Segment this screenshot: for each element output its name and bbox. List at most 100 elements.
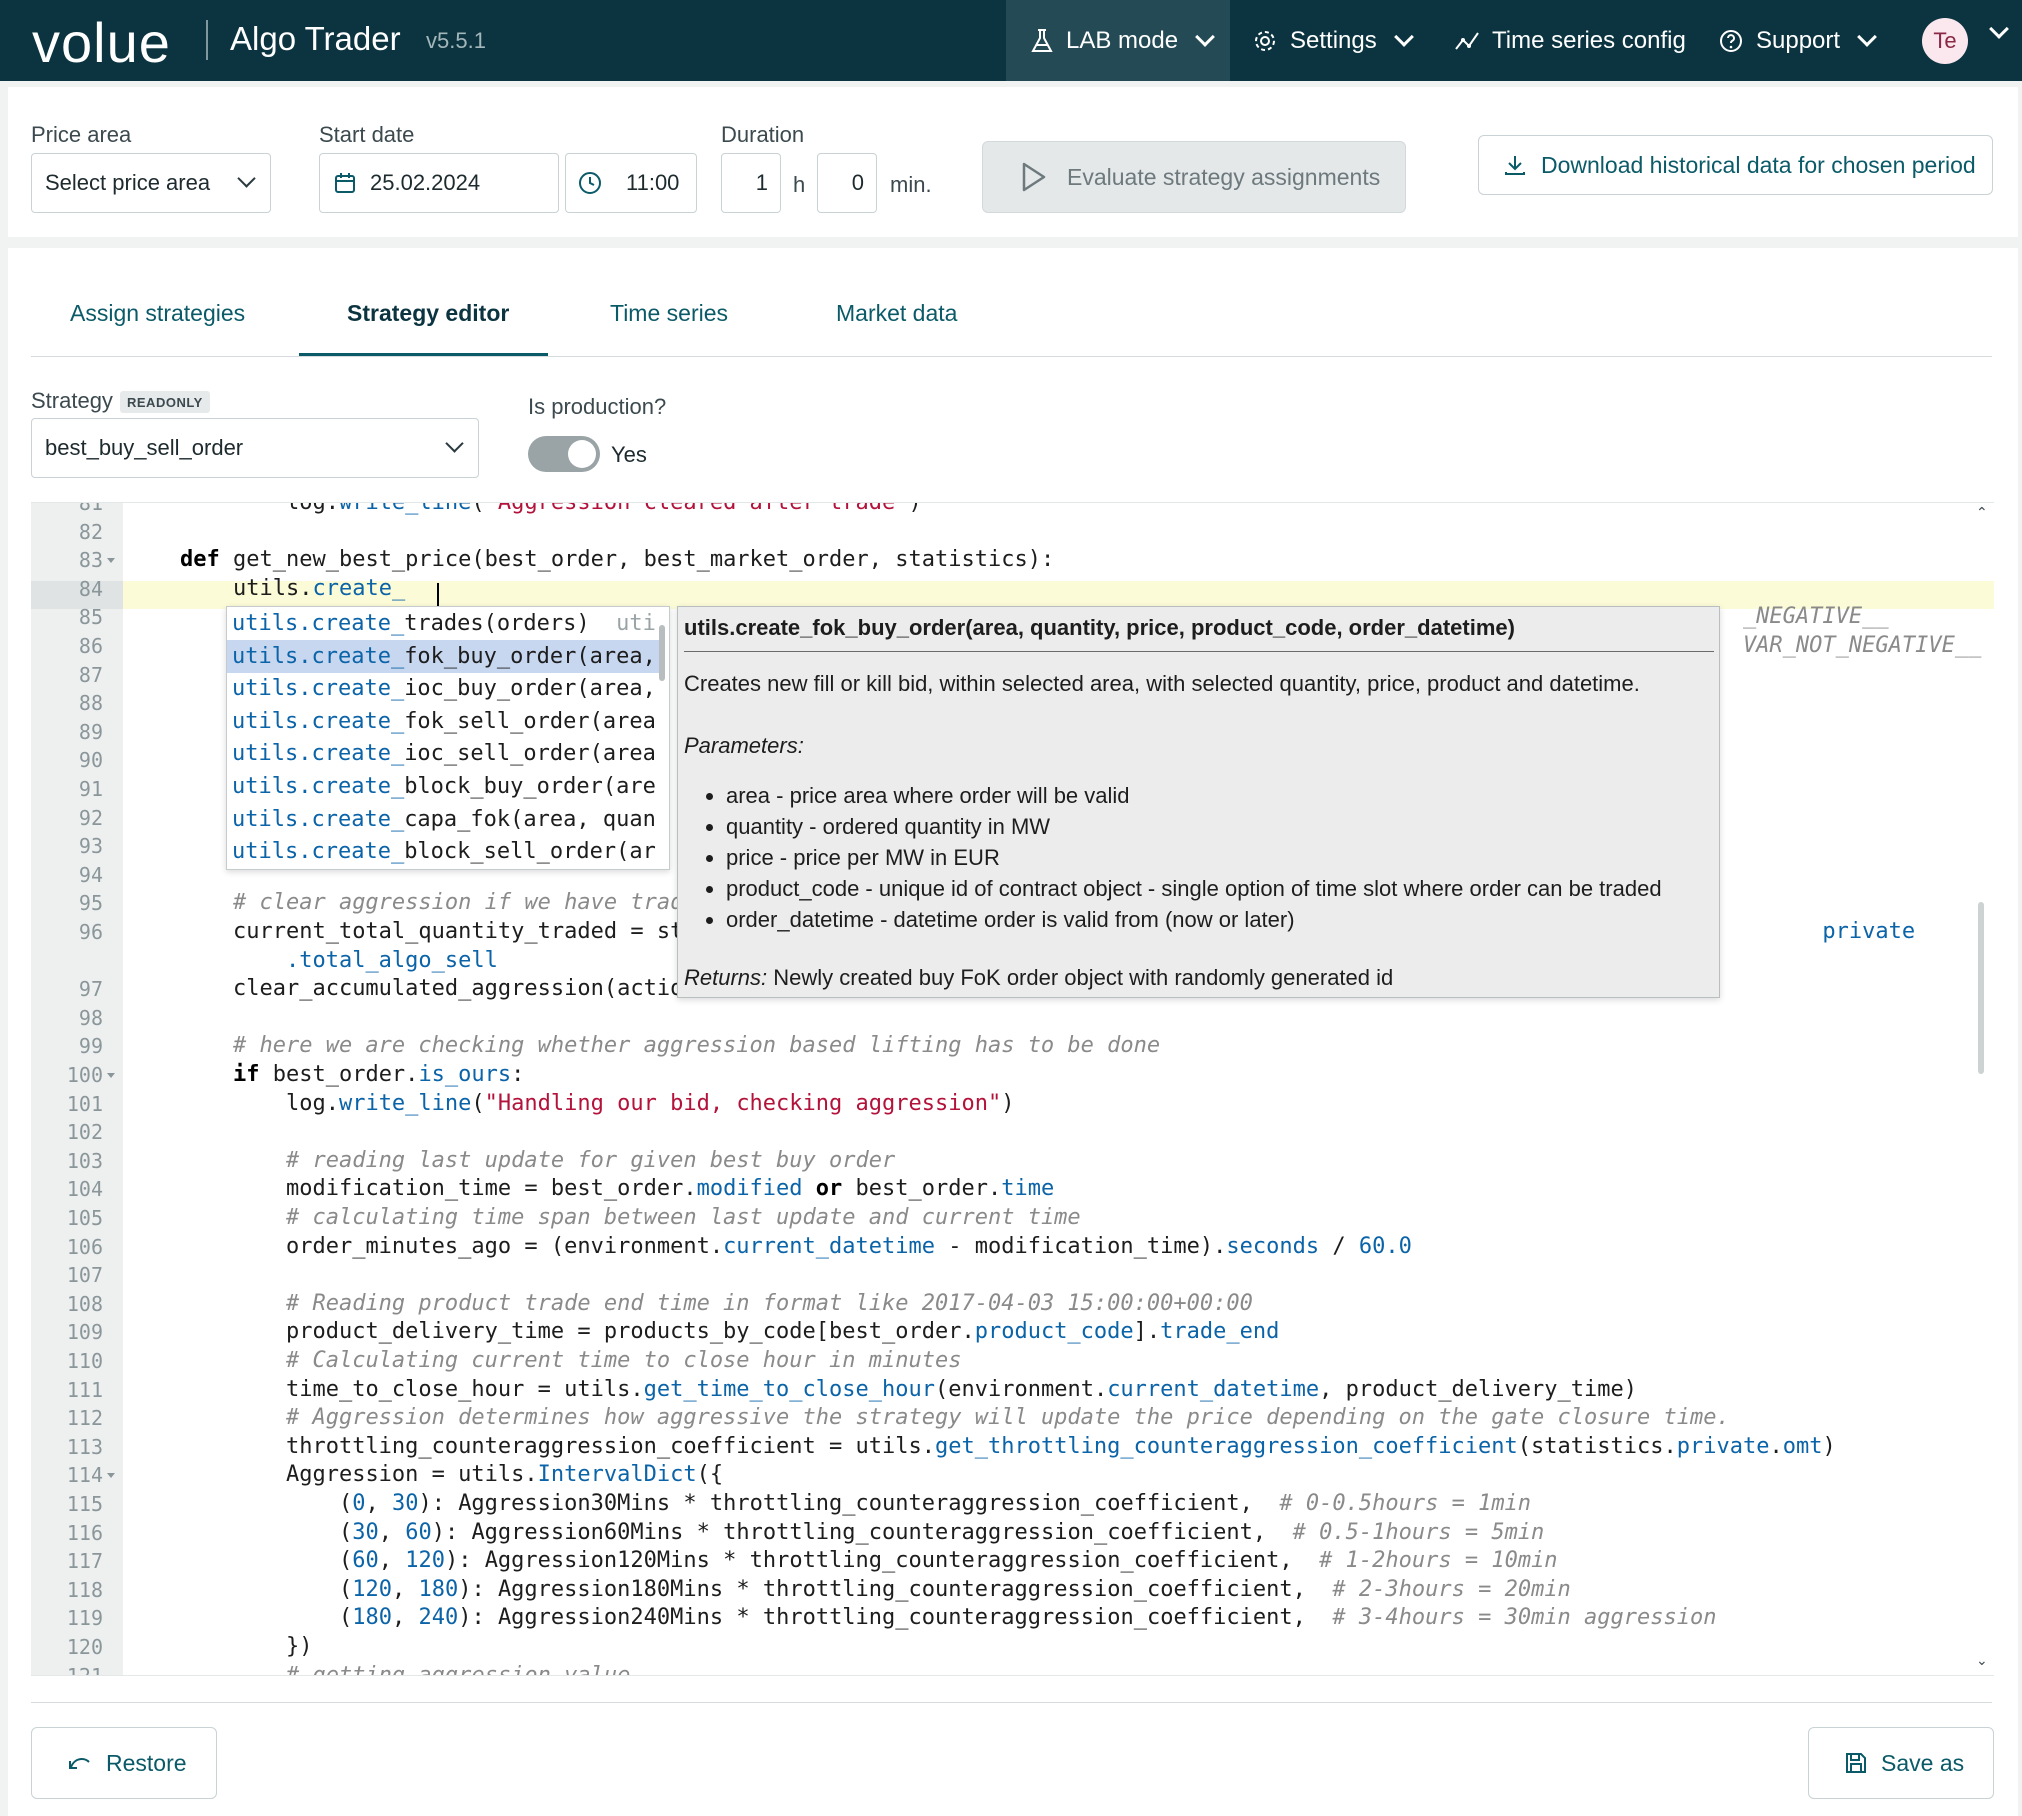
code-token: # Aggression determines how aggressive t… bbox=[285, 1405, 1730, 1431]
code-token: 30 bbox=[391, 1491, 419, 1516]
code-text: (60, 120): Aggression120Mins * throttlin… bbox=[180, 1547, 1558, 1575]
autocomplete-item[interactable]: utils.create_ioc_buy_order(area, bbox=[227, 672, 659, 705]
autocomplete-item[interactable]: utils.create_fok_sell_order(area bbox=[227, 705, 659, 738]
logo-separator bbox=[206, 20, 208, 60]
duration-hours-input[interactable]: 1 bbox=[721, 153, 781, 213]
autocomplete-item[interactable]: utils.create_block_buy_order(are bbox=[227, 770, 659, 803]
app-version: v5.5.1 bbox=[426, 28, 486, 53]
scroll-down-icon[interactable]: ⌄ bbox=[1976, 1652, 1988, 1669]
autocomplete-item[interactable]: utils.create_capa_fok(area, quan bbox=[227, 803, 659, 836]
line-number: 82 bbox=[78, 519, 103, 544]
line-number: 117 bbox=[66, 1549, 103, 1574]
code-token: . bbox=[1769, 1433, 1783, 1459]
code-token: modification_time = best_order. bbox=[285, 1176, 697, 1202]
strategy-select[interactable]: best_buy_sell_order bbox=[31, 418, 479, 478]
start-date-input[interactable]: 25.02.2024 bbox=[319, 153, 559, 213]
tab-strategy-editor[interactable]: Strategy editor bbox=[347, 300, 509, 327]
code-token: ({ bbox=[696, 1462, 724, 1488]
line-number: 121 bbox=[66, 1663, 103, 1676]
autocomplete-match: utils.create_ bbox=[232, 611, 405, 636]
duration-hours-value: 1 bbox=[755, 170, 768, 195]
start-date-label: Start date bbox=[319, 122, 415, 147]
tab-assign-strategies[interactable]: Assign strategies bbox=[70, 300, 245, 327]
fold-arrow-icon[interactable] bbox=[107, 1073, 115, 1078]
autocomplete-rest: trades(orders) bbox=[404, 611, 590, 636]
code-token: # here we are checking whether aggressio… bbox=[232, 1033, 1161, 1059]
code-token: "Handling our bid, checking aggression" bbox=[484, 1090, 1002, 1116]
code-token: if bbox=[232, 1062, 260, 1087]
scroll-up-icon[interactable]: ⌃ bbox=[1976, 504, 1988, 521]
price-area-select[interactable]: Select price area bbox=[31, 153, 271, 213]
code-token: or bbox=[815, 1176, 843, 1202]
chevron-down-icon bbox=[1393, 26, 1414, 47]
chevron-down-icon bbox=[1857, 26, 1877, 47]
tab-time-series[interactable]: Time series bbox=[610, 300, 728, 327]
is-production-toggle[interactable] bbox=[528, 436, 600, 472]
code-token: # 0-0.5hours = 1min bbox=[1279, 1491, 1532, 1516]
lab-mode-menu[interactable]: LAB mode bbox=[1006, 0, 1230, 81]
doc-signature: utils.create_fok_buy_order(area, quantit… bbox=[684, 615, 1515, 640]
code-token: ): Aggression120Mins * throttling_counte… bbox=[444, 1548, 1320, 1574]
chevron-down-icon[interactable] bbox=[1989, 19, 2009, 39]
autocomplete-item[interactable]: utils.create_trades(orders) uti bbox=[227, 607, 659, 640]
tab-market-data[interactable]: Market data bbox=[836, 300, 957, 327]
code-token: ( bbox=[338, 1548, 353, 1574]
code-token: "Aggression cleared after trade" bbox=[484, 502, 909, 515]
fold-arrow-icon[interactable] bbox=[107, 558, 115, 564]
code-line: 117 (60, 120): Aggression120Mins * throt… bbox=[31, 1547, 1994, 1575]
doc-param-item: price - price per MW in EUR bbox=[726, 845, 1662, 876]
save-as-button[interactable]: Save as bbox=[1808, 1727, 1994, 1799]
autocomplete-item[interactable]: utils.create_ioc_sell_order(area bbox=[227, 737, 659, 770]
code-text: # here we are checking whether aggressio… bbox=[180, 1032, 1160, 1060]
code-line: 99 # here we are checking whether aggres… bbox=[31, 1032, 1994, 1060]
code-token: ) bbox=[1001, 1090, 1015, 1116]
line-number: 85 bbox=[78, 605, 103, 630]
fold-arrow-icon[interactable] bbox=[107, 1473, 115, 1479]
evaluate-strategy-label: Evaluate strategy assignments bbox=[1067, 163, 1381, 190]
autocomplete-item[interactable]: utils.create_fok_buy_order(area, bbox=[227, 639, 659, 673]
code-text: .total_algo_sell bbox=[180, 947, 498, 975]
settings-menu[interactable]: Settings bbox=[1252, 0, 1414, 81]
line-number: 100 bbox=[66, 1063, 103, 1087]
code-text: clear_accumulated_aggression(actio bbox=[180, 975, 683, 1003]
autocomplete-rest: capa_fok(area, quan bbox=[404, 806, 656, 832]
price-area-value: Select price area bbox=[45, 170, 211, 195]
duration-minutes-input[interactable]: 0 bbox=[817, 153, 877, 213]
code-token: best_order. bbox=[259, 1062, 419, 1087]
code-line: 84 utils.create_ bbox=[31, 575, 1994, 603]
download-historical-data-button[interactable]: Download historical data for chosen peri… bbox=[1478, 135, 1993, 195]
time-series-config-menu[interactable]: Time series config bbox=[1454, 0, 1686, 81]
code-token: get_new_best_price(best_order, best_mark… bbox=[219, 547, 1055, 573]
code-text: # clear aggression if we have trad bbox=[180, 889, 683, 917]
code-token: # 3-4hours = 30min aggression bbox=[1332, 1605, 1717, 1631]
autocomplete-list[interactable]: utils.create_trades(orders) uti utils.cre… bbox=[226, 606, 670, 870]
line-number: 97 bbox=[78, 977, 103, 1002]
start-time-input[interactable]: 11:00 bbox=[565, 153, 697, 213]
editor-scrollbar[interactable] bbox=[1978, 902, 1984, 1074]
duration-label: Duration bbox=[721, 122, 805, 147]
code-token: .total_algo_sell bbox=[285, 947, 498, 973]
code-token: (environment. bbox=[935, 1376, 1108, 1402]
user-avatar[interactable]: Te bbox=[1922, 18, 1968, 64]
code-text: Aggression = utils.IntervalDict({ bbox=[180, 1461, 723, 1489]
code-text: order_minutes_ago = (environment.current… bbox=[180, 1233, 1412, 1261]
autocomplete-scrollbar[interactable] bbox=[659, 625, 665, 681]
autocomplete-item[interactable]: utils.create_block_sell_order(ar bbox=[227, 835, 659, 868]
evaluate-strategy-button[interactable]: Evaluate strategy assignments bbox=[982, 141, 1406, 213]
lab-mode-label: LAB mode bbox=[1066, 26, 1179, 54]
code-token: ): Aggression60Mins * throttling_counter… bbox=[431, 1519, 1293, 1545]
restore-button[interactable]: Restore bbox=[31, 1727, 217, 1799]
code-line: 112 # Aggression determines how aggressi… bbox=[31, 1404, 1994, 1432]
code-token: current_total_quantity_traded = st bbox=[232, 919, 684, 944]
code-token: # 2-3hours = 20min bbox=[1332, 1576, 1571, 1602]
line-number: 99 bbox=[78, 1034, 103, 1059]
code-line: 105 # calculating time span between last… bbox=[31, 1204, 1994, 1232]
footer-divider bbox=[31, 1702, 1992, 1703]
code-text: product_delivery_time = products_by_code… bbox=[180, 1318, 1279, 1346]
doc-returns-text: Newly created buy FoK order object with … bbox=[767, 965, 1394, 990]
support-menu[interactable]: Support bbox=[1718, 0, 1877, 81]
autocomplete-rest: ioc_sell_order(area bbox=[404, 741, 656, 767]
download-icon bbox=[1505, 156, 1525, 175]
code-text: log.write_line("Handling our bid, checki… bbox=[180, 1090, 1015, 1118]
code-text: (30, 60): Aggression60Mins * throttling_… bbox=[180, 1519, 1544, 1547]
